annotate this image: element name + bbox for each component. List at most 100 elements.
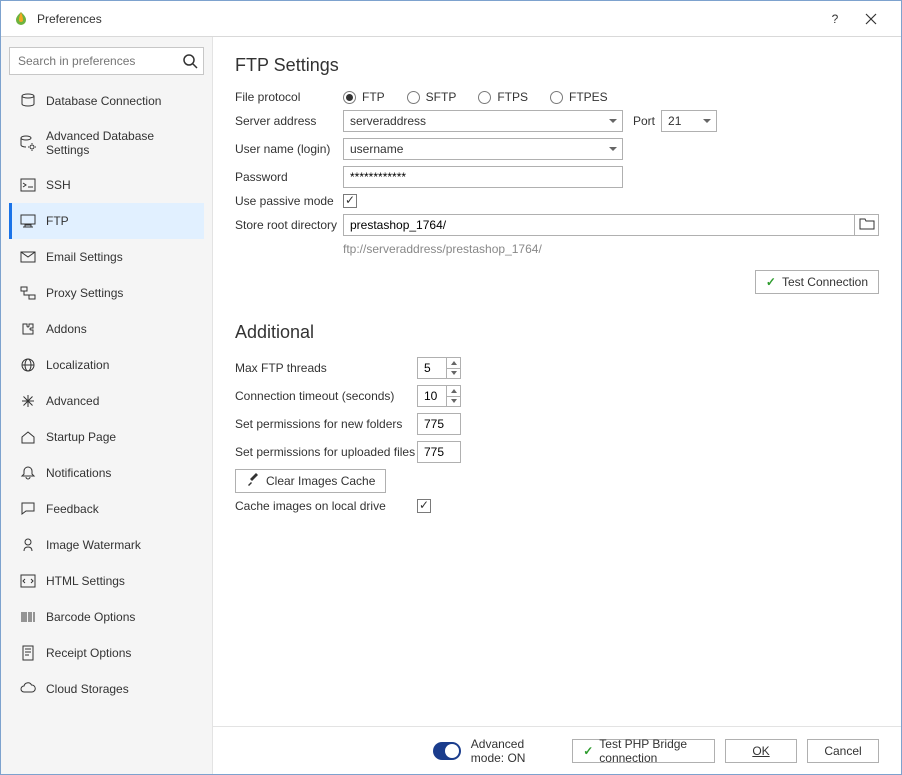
- ok-button[interactable]: OK: [725, 739, 797, 763]
- help-button[interactable]: ?: [817, 1, 853, 37]
- label-perm-folders: Set permissions for new folders: [235, 417, 417, 431]
- sidebar-item-cloud-storages[interactable]: Cloud Storages: [9, 671, 204, 707]
- sidebar-item-receipt-options[interactable]: Receipt Options: [9, 635, 204, 671]
- search-icon[interactable]: [182, 53, 198, 72]
- database-gear-icon: [20, 135, 36, 151]
- sidebar-item-label: SSH: [46, 178, 71, 192]
- label-use-passive: Use passive mode: [235, 194, 343, 208]
- store-root-input[interactable]: [343, 214, 855, 236]
- main-content: FTP Settings File protocol FTP SFTP FTPS…: [213, 37, 901, 774]
- sidebar-item-label: HTML Settings: [46, 574, 125, 588]
- close-button[interactable]: [853, 1, 889, 37]
- cancel-button[interactable]: Cancel: [807, 739, 879, 763]
- bell-icon: [20, 465, 36, 481]
- test-connection-row: ✓ Test Connection: [235, 270, 879, 294]
- row-perm-folders: Set permissions for new folders: [235, 413, 879, 435]
- use-passive-checkbox[interactable]: [343, 194, 357, 208]
- port-combo[interactable]: 21: [661, 110, 717, 132]
- sidebar-item-label: Database Connection: [46, 94, 161, 108]
- radio-sftp-input[interactable]: [407, 91, 420, 104]
- label-max-threads: Max FTP threads: [235, 361, 417, 375]
- password-input[interactable]: [343, 166, 623, 188]
- label-password: Password: [235, 170, 343, 184]
- sidebar-item-ssh[interactable]: SSH: [9, 167, 204, 203]
- clear-images-cache-button[interactable]: Clear Images Cache: [235, 469, 386, 493]
- sidebar-item-label: Image Watermark: [46, 538, 141, 552]
- test-php-bridge-button[interactable]: ✓ Test PHP Bridge connection: [572, 739, 715, 763]
- additional-heading: Additional: [235, 322, 879, 343]
- label-port: Port: [633, 114, 655, 128]
- cloud-icon: [20, 681, 36, 697]
- sidebar-item-label: Localization: [46, 358, 109, 372]
- sidebar-item-label: Receipt Options: [46, 646, 131, 660]
- label-perm-files: Set permissions for uploaded files: [235, 445, 417, 459]
- label-cache-local: Cache images on local drive: [235, 499, 417, 513]
- test-connection-button[interactable]: ✓ Test Connection: [755, 270, 879, 294]
- row-timeout: Connection timeout (seconds): [235, 385, 879, 407]
- browse-folder-button[interactable]: [855, 214, 879, 236]
- sidebar-item-label: Advanced: [46, 394, 99, 408]
- label-store-root: Store root directory: [235, 218, 343, 232]
- row-perm-files: Set permissions for uploaded files: [235, 441, 879, 463]
- sidebar-item-html-settings[interactable]: HTML Settings: [9, 563, 204, 599]
- database-icon: [20, 93, 36, 109]
- spin-up-icon[interactable]: [446, 358, 460, 369]
- advanced-mode-toggle[interactable]: [433, 742, 461, 760]
- timeout-spinner[interactable]: [446, 386, 460, 406]
- code-icon: [20, 573, 36, 589]
- sidebar-item-addons[interactable]: Addons: [9, 311, 204, 347]
- label-timeout: Connection timeout (seconds): [235, 389, 417, 403]
- row-cache-local: Cache images on local drive: [235, 499, 879, 513]
- sidebar-item-notifications[interactable]: Notifications: [9, 455, 204, 491]
- receipt-icon: [20, 645, 36, 661]
- home-icon: [20, 429, 36, 445]
- radio-ftpes[interactable]: FTPES: [550, 90, 608, 104]
- chat-icon: [20, 501, 36, 517]
- label-file-protocol: File protocol: [235, 90, 343, 104]
- proxy-icon: [20, 285, 36, 301]
- radio-ftps[interactable]: FTPS: [478, 90, 528, 104]
- sidebar-item-label: Email Settings: [46, 250, 123, 264]
- row-password: Password: [235, 166, 879, 188]
- radio-sftp[interactable]: SFTP: [407, 90, 457, 104]
- sidebar-item-startup-page[interactable]: Startup Page: [9, 419, 204, 455]
- label-user-name: User name (login): [235, 142, 343, 156]
- sidebar-item-advanced[interactable]: Advanced: [9, 383, 204, 419]
- sidebar-item-barcode-options[interactable]: Barcode Options: [9, 599, 204, 635]
- spin-down-icon[interactable]: [446, 369, 460, 379]
- radio-ftp[interactable]: FTP: [343, 90, 385, 104]
- sidebar-item-feedback[interactable]: Feedback: [9, 491, 204, 527]
- perm-folders-input[interactable]: [417, 413, 461, 435]
- row-clear-cache: Clear Images Cache: [235, 469, 879, 493]
- brush-icon: [246, 473, 260, 490]
- radio-ftp-input[interactable]: [343, 91, 356, 104]
- perm-files-input[interactable]: [417, 441, 461, 463]
- window-title: Preferences: [37, 12, 817, 26]
- search-input[interactable]: [9, 47, 204, 75]
- sidebar-item-localization[interactable]: Localization: [9, 347, 204, 383]
- spin-down-icon[interactable]: [446, 397, 460, 407]
- sidebar-item-advanced-database-settings[interactable]: Advanced Database Settings: [9, 119, 204, 167]
- sidebar-item-email-settings[interactable]: Email Settings: [9, 239, 204, 275]
- cache-local-checkbox[interactable]: [417, 499, 431, 513]
- max-threads-spinner[interactable]: [446, 358, 460, 378]
- sidebar-item-image-watermark[interactable]: Image Watermark: [9, 527, 204, 563]
- watermark-icon: [20, 537, 36, 553]
- server-address-combo[interactable]: serveraddress: [343, 110, 623, 132]
- spin-up-icon[interactable]: [446, 386, 460, 397]
- globe-icon: [20, 357, 36, 373]
- radio-ftps-input[interactable]: [478, 91, 491, 104]
- sidebar-item-proxy-settings[interactable]: Proxy Settings: [9, 275, 204, 311]
- user-name-combo[interactable]: username: [343, 138, 623, 160]
- ftp-icon: [20, 213, 36, 229]
- sidebar-item-ftp[interactable]: FTP: [9, 203, 204, 239]
- puzzle-icon: [20, 321, 36, 337]
- titlebar: Preferences ?: [1, 1, 901, 37]
- sidebar-item-database-connection[interactable]: Database Connection: [9, 83, 204, 119]
- row-store-root: Store root directory: [235, 214, 879, 236]
- sidebar-item-label: Startup Page: [46, 430, 116, 444]
- ftp-settings-heading: FTP Settings: [235, 55, 879, 76]
- footer: Advanced mode: ON ✓ Test PHP Bridge conn…: [213, 726, 901, 774]
- radio-ftpes-input[interactable]: [550, 91, 563, 104]
- sidebar: Database Connection Advanced Database Se…: [1, 37, 213, 774]
